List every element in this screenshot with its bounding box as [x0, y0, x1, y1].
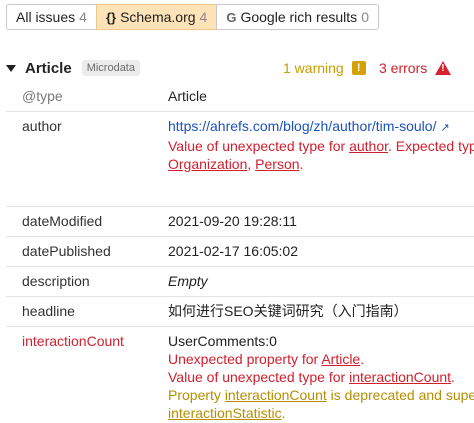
external-link-icon[interactable]: ↗	[440, 122, 449, 134]
property-key: author	[22, 118, 62, 134]
table-row: dateModified 2021-09-20 19:28:11	[6, 207, 474, 237]
property-value: 2021-09-20 19:28:11	[168, 213, 297, 229]
property-link[interactable]: interactionStatistic	[168, 405, 282, 421]
table-row: description Empty	[6, 267, 474, 297]
property-key: dateModified	[22, 213, 103, 229]
tab-bar: All issues 4 {} Schema.org 4 G Google ri…	[6, 4, 379, 30]
type-link[interactable]: Article	[321, 351, 360, 367]
property-key: description	[22, 273, 90, 289]
warning-message: {} Property interactionCount is deprecat…	[168, 387, 474, 403]
property-table: @type Article author https://ahrefs.com/…	[6, 82, 474, 423]
table-row: headline 如何进行SEO关键词研究（入门指南）	[6, 297, 474, 327]
table-row: author https://ahrefs.com/blog/zh/author…	[6, 112, 474, 207]
property-link[interactable]: interactionCount	[349, 369, 451, 385]
table-row: @type Article	[6, 82, 474, 112]
type-link[interactable]: Person	[255, 156, 299, 172]
error-message: {} Value of unexpected type for interact…	[168, 369, 455, 385]
google-icon: G	[226, 9, 237, 25]
property-key: @type	[22, 88, 63, 104]
tab-all-issues[interactable]: All issues 4	[6, 4, 97, 30]
tab-label: Google rich results	[240, 9, 358, 25]
tab-google-rich-results[interactable]: G Google rich results 0	[216, 4, 379, 30]
error-message-continued: Organization, Person.	[168, 156, 304, 172]
table-row: interactionCount UserComments:0 {} Unexp…	[6, 327, 474, 423]
property-value: 如何进行SEO关键词研究（入门指南）	[168, 303, 408, 319]
property-key: interactionCount	[22, 333, 124, 349]
warning-message-continued: interactionStatistic.	[168, 405, 286, 421]
warning-icon: !	[351, 61, 366, 75]
property-value: 2021-02-17 16:05:02	[168, 243, 298, 259]
tab-schema-org[interactable]: {} Schema.org 4	[95, 4, 218, 30]
property-key: headline	[22, 303, 75, 319]
article-section-header[interactable]: Article Microdata 1 warning ! 3 errors !	[6, 57, 474, 79]
property-key: datePublished	[22, 243, 111, 259]
property-value: Article	[168, 88, 207, 104]
warning-summary: 1 warning !	[283, 60, 366, 76]
type-link[interactable]: Organization	[168, 156, 247, 172]
tab-count: 0	[361, 9, 369, 25]
format-badge: Microdata	[81, 60, 140, 76]
error-icon: !	[435, 61, 452, 75]
tab-label: Schema.org	[120, 9, 196, 25]
error-message: {} Unexpected property for Article.	[168, 351, 365, 367]
error-summary: 3 errors !	[379, 60, 452, 76]
tab-label: All issues	[16, 9, 76, 25]
tab-count: 4	[199, 9, 208, 25]
property-value: Empty	[168, 273, 208, 289]
braces-icon: {}	[105, 9, 117, 25]
error-count: 3 errors	[379, 60, 428, 76]
type-link[interactable]: author	[349, 138, 388, 154]
author-link[interactable]: https://ahrefs.com/blog/zh/author/tim-so…	[168, 118, 436, 134]
warning-count: 1 warning	[283, 60, 344, 76]
section-title: Article	[25, 59, 72, 77]
property-value: UserComments:0	[168, 333, 277, 349]
property-link[interactable]: interactionCount	[225, 387, 327, 403]
tab-count: 4	[79, 9, 87, 25]
chevron-down-icon[interactable]	[6, 64, 16, 72]
table-row: datePublished 2021-02-17 16:05:02	[6, 237, 474, 267]
error-message: {} Value of unexpected type for author. …	[168, 138, 474, 154]
